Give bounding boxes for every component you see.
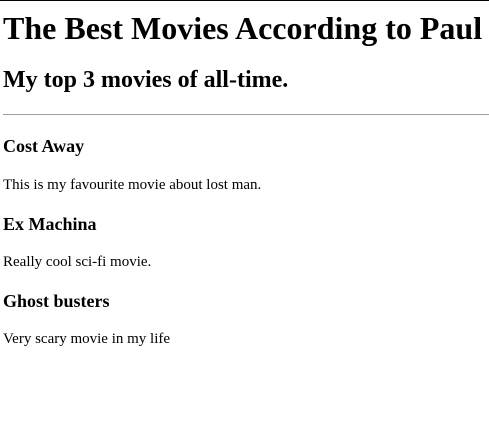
movie-title: Ghost busters xyxy=(3,291,110,311)
divider xyxy=(3,114,489,115)
movie-description: This is my favourite movie about lost ma… xyxy=(3,177,262,193)
top-border xyxy=(0,0,489,1)
page-title: The Best Movies According to Paul xyxy=(3,10,483,46)
page-subtitle: My top 3 movies of all-time. xyxy=(3,67,289,93)
movie-title: Ex Machina xyxy=(3,214,97,234)
movie-description: Really cool sci-fi movie. xyxy=(3,254,152,270)
movie-description: Very scary movie in my life xyxy=(3,331,171,347)
movie-title: Cost Away xyxy=(3,136,85,156)
